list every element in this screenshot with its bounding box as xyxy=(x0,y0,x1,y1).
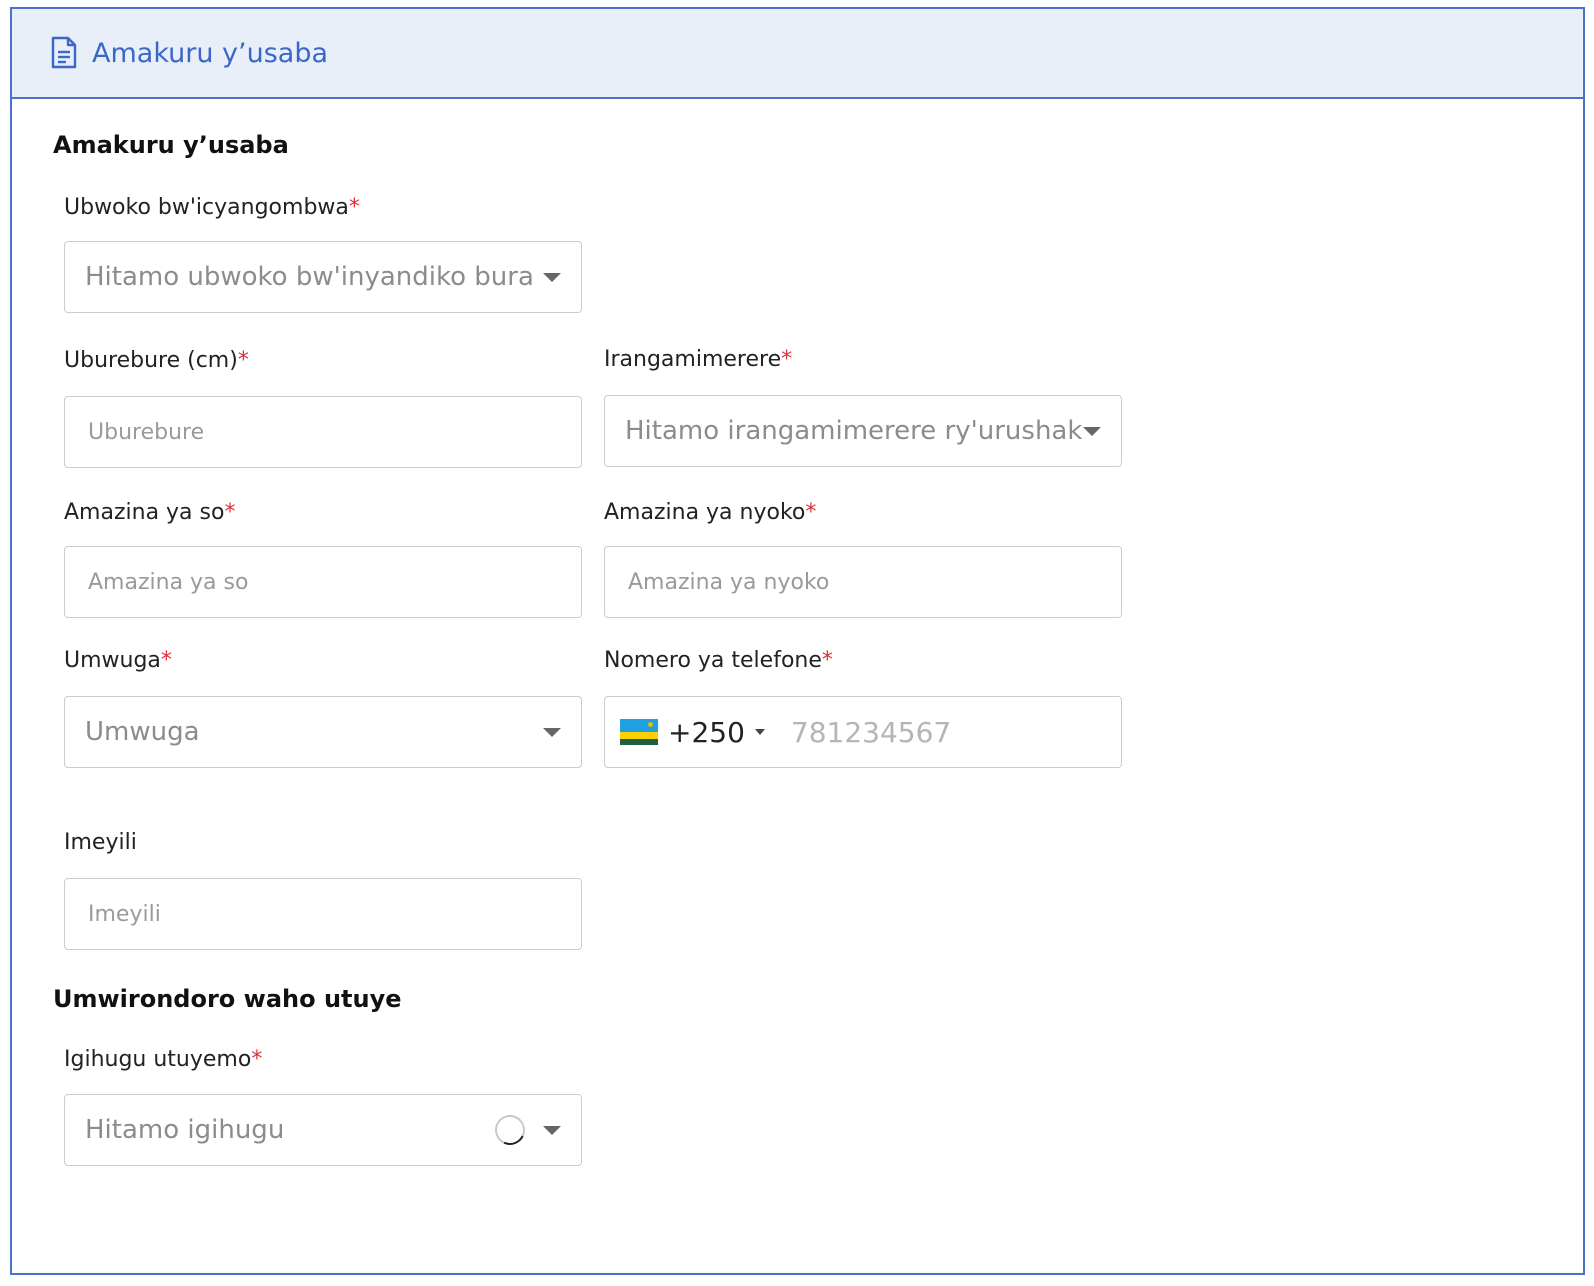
required-marker: * xyxy=(781,347,793,372)
father-name-label: Amazina ya so* xyxy=(64,500,235,525)
height-field xyxy=(64,396,582,468)
panel-header: Amakuru y’usaba xyxy=(12,9,1583,99)
loading-spinner-icon xyxy=(490,1110,530,1150)
country-label-text: Igihugu utuyemo xyxy=(64,1047,252,1072)
document-icon xyxy=(51,36,77,69)
required-marker: * xyxy=(805,500,817,525)
father-name-field xyxy=(64,546,582,618)
chevron-down-icon xyxy=(543,1125,561,1135)
father-name-label-text: Amazina ya so xyxy=(64,500,225,525)
rwanda-flag-icon[interactable] xyxy=(620,719,658,745)
required-marker: * xyxy=(821,648,833,673)
panel-title: Amakuru y’usaba xyxy=(92,37,328,69)
chevron-down-icon xyxy=(1083,426,1101,436)
mother-name-field xyxy=(604,546,1122,618)
father-name-input[interactable] xyxy=(65,547,581,617)
section-title-applicant: Amakuru y’usaba xyxy=(53,131,289,159)
mother-name-label: Amazina ya nyoko* xyxy=(604,500,816,525)
chevron-down-icon xyxy=(543,727,561,737)
phone-input[interactable] xyxy=(784,697,1121,767)
eye-color-label-text: Irangamimerere xyxy=(604,347,782,372)
permit-type-select-value: Hitamo ubwoko bw'inyandiko bura xyxy=(85,262,534,292)
required-marker: * xyxy=(348,195,360,220)
email-field xyxy=(64,878,582,950)
required-marker: * xyxy=(160,648,172,673)
eye-color-select[interactable]: Hitamo irangamimerere ry'urushak xyxy=(604,395,1122,467)
section-title-residence: Umwirondoro waho utuye xyxy=(53,985,402,1013)
required-marker: * xyxy=(224,500,236,525)
height-label: Uburebure (cm)* xyxy=(64,348,249,373)
required-marker: * xyxy=(251,1047,263,1072)
occupation-label-text: Umwuga xyxy=(64,648,161,673)
occupation-select[interactable]: Umwuga xyxy=(64,696,582,768)
country-select[interactable]: Hitamo igihugu xyxy=(64,1094,582,1166)
height-input[interactable] xyxy=(65,397,581,467)
permit-type-label: Ubwoko bw'icyangombwa* xyxy=(64,195,360,220)
mother-name-label-text: Amazina ya nyoko xyxy=(604,500,806,525)
permit-type-select[interactable]: Hitamo ubwoko bw'inyandiko bura xyxy=(64,241,582,313)
phone-field: +250 xyxy=(604,696,1122,768)
chevron-down-icon[interactable] xyxy=(754,729,765,735)
country-label: Igihugu utuyemo* xyxy=(64,1047,262,1072)
country-select-value: Hitamo igihugu xyxy=(85,1115,285,1145)
height-label-text: Uburebure (cm) xyxy=(64,348,238,373)
dial-code[interactable]: +250 xyxy=(668,716,745,749)
phone-label: Nomero ya telefone* xyxy=(604,648,833,673)
email-label-text: Imeyili xyxy=(64,830,137,855)
occupation-label: Umwuga* xyxy=(64,648,172,673)
email-input[interactable] xyxy=(65,879,581,949)
chevron-down-icon xyxy=(543,272,561,282)
email-label: Imeyili xyxy=(64,830,137,855)
eye-color-select-value: Hitamo irangamimerere ry'urushak xyxy=(625,416,1083,446)
mother-name-input[interactable] xyxy=(605,547,1121,617)
eye-color-label: Irangamimerere* xyxy=(604,347,792,372)
occupation-select-value: Umwuga xyxy=(85,717,200,747)
phone-label-text: Nomero ya telefone xyxy=(604,648,822,673)
required-marker: * xyxy=(237,348,249,373)
permit-type-label-text: Ubwoko bw'icyangombwa xyxy=(64,195,349,220)
